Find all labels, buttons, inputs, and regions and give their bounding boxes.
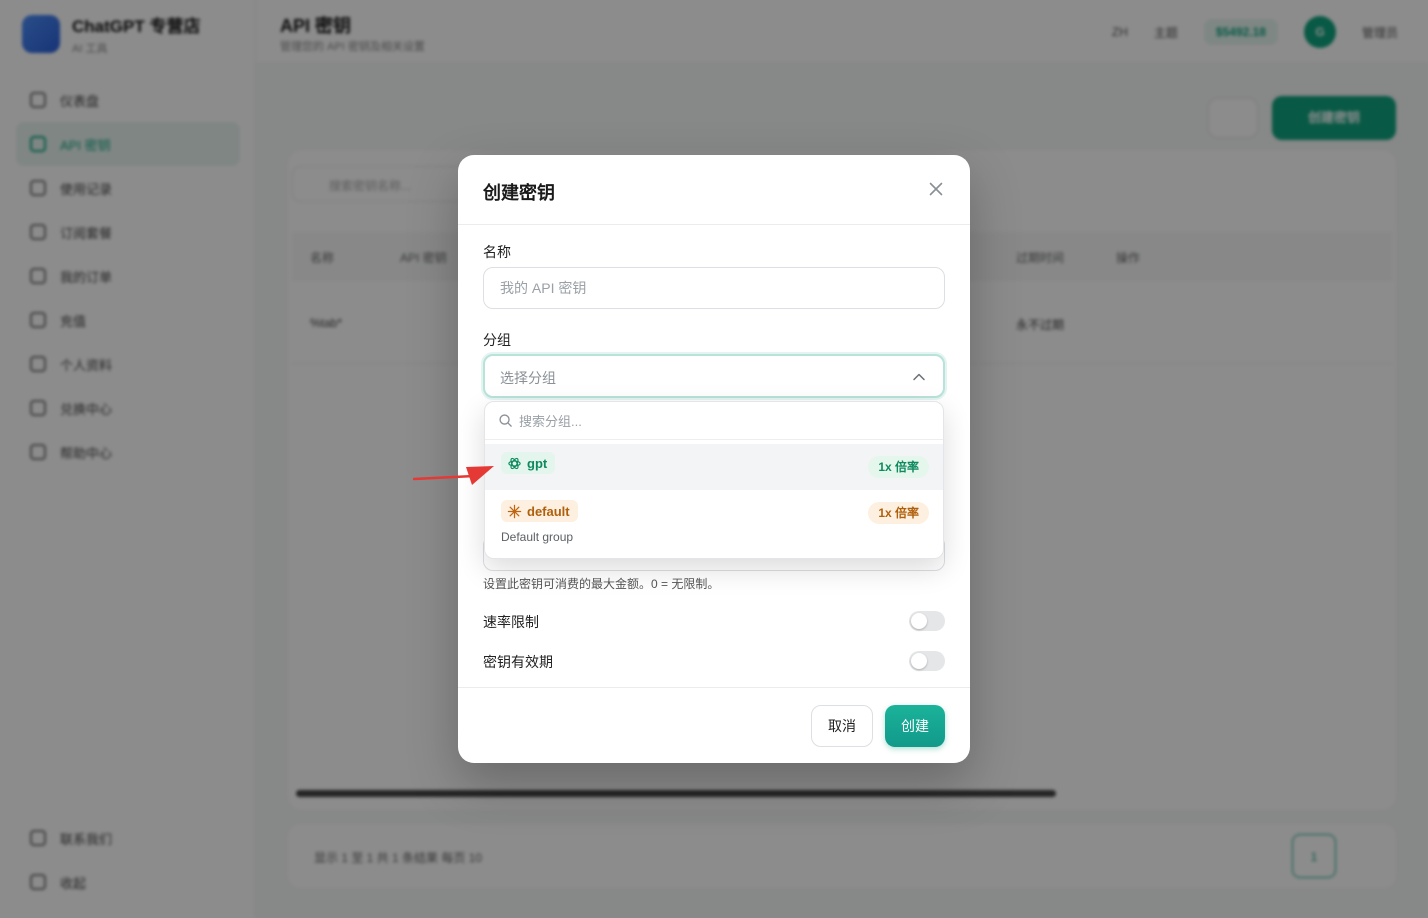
- annotation-arrow-icon: [412, 466, 494, 485]
- create-button[interactable]: 创建: [885, 705, 945, 747]
- cancel-button[interactable]: 取消: [811, 705, 873, 747]
- group-select-placeholder: 选择分组: [500, 370, 556, 386]
- dialog-header: 创建密钥: [458, 155, 970, 225]
- chevron-up-icon: [913, 373, 925, 381]
- dialog-title: 创建密钥: [483, 183, 555, 203]
- expiry-label: 密钥有效期: [483, 654, 553, 670]
- group-tag: default: [501, 500, 578, 522]
- rate-limit-label: 速率限制: [483, 614, 539, 630]
- group-tag: gpt: [501, 452, 556, 474]
- expiry-toggle[interactable]: [909, 651, 945, 671]
- quota-hint: 设置此密钥可消费的最大金额。0 = 无限制。: [483, 577, 720, 591]
- close-button[interactable]: [924, 177, 948, 201]
- group-dropdown: gpt 1x 倍率 default 1x 倍率 Default group: [484, 401, 944, 559]
- group-search-input[interactable]: [519, 410, 919, 432]
- group-option-gpt[interactable]: gpt 1x 倍率: [485, 444, 943, 490]
- sparkle-icon: [507, 504, 522, 518]
- group-name: gpt: [527, 455, 548, 471]
- dialog-footer: 取消 创建: [458, 687, 970, 763]
- search-icon: [499, 414, 512, 427]
- toggle-knob: [911, 653, 927, 669]
- group-search: [485, 402, 943, 440]
- group-select[interactable]: 选择分组: [483, 354, 945, 398]
- rate-badge: 1x 倍率: [868, 456, 929, 478]
- name-label: 名称: [483, 244, 511, 260]
- rate-badge: 1x 倍率: [868, 502, 929, 524]
- rate-limit-toggle[interactable]: [909, 611, 945, 631]
- group-option-default[interactable]: default 1x 倍率 Default group: [485, 490, 943, 558]
- toggle-knob: [911, 613, 927, 629]
- openai-icon: [508, 457, 521, 469]
- group-name: default: [527, 503, 570, 519]
- close-icon: [929, 182, 943, 196]
- group-label: 分组: [483, 332, 511, 348]
- group-description: Default group: [501, 530, 574, 544]
- name-input[interactable]: [483, 267, 945, 309]
